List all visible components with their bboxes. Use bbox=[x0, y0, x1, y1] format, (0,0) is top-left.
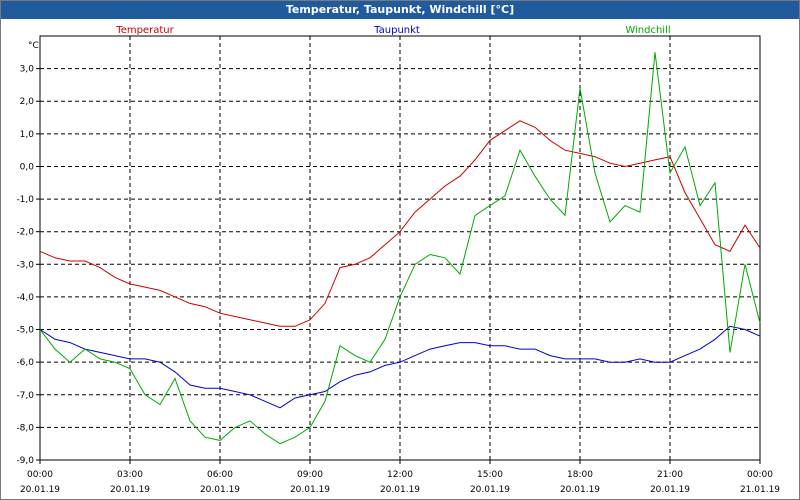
x-tick-date-label: 20.01.19 bbox=[200, 485, 240, 495]
line-chart: °C 3,0 2,0 1,0 0,0 -1,0 -2,0 -3,0 -4,0 -5,0 -6,0 -… bbox=[16, 25, 780, 495]
y-tick-label: 2,0 bbox=[20, 97, 35, 107]
x-tick-date-label: 20.01.19 bbox=[290, 485, 330, 495]
y-tick-label: -8,0 bbox=[16, 423, 34, 433]
x-tick-date-label: 20.01.19 bbox=[380, 485, 420, 495]
x-tick-time-label: 00:00 bbox=[27, 470, 53, 480]
x-tick-time-label: 18:00 bbox=[567, 470, 593, 480]
y-tick-label: -7,0 bbox=[16, 391, 34, 401]
x-axis-ticks: 00:00 20.01.19 03:00 20.01.19 06:00 20.01.19 0… bbox=[20, 460, 780, 495]
y-tick-label: 0,0 bbox=[20, 162, 35, 172]
x-tick-date-label: 20.01.19 bbox=[20, 485, 60, 495]
y-tick-label: 1,0 bbox=[20, 130, 35, 140]
x-tick-date-label: 20.01.19 bbox=[560, 485, 600, 495]
x-tick-time-label: 21:00 bbox=[657, 470, 683, 480]
y-tick-label: -6,0 bbox=[16, 358, 34, 368]
y-axis-unit-label: °C bbox=[28, 41, 39, 51]
legend-entry-temperatur: Temperatur bbox=[115, 25, 174, 36]
x-tick-time-label: 09:00 bbox=[297, 470, 323, 480]
y-tick-label: -4,0 bbox=[16, 293, 34, 303]
x-tick-time-label: 03:00 bbox=[117, 470, 143, 480]
x-tick-date-label: 20.01.19 bbox=[470, 485, 510, 495]
y-axis-ticks: 3,0 2,0 1,0 0,0 -1,0 -2,0 -3,0 -4,0 -5,0 -6,0 -7,0… bbox=[16, 65, 40, 466]
x-tick-time-label: 15:00 bbox=[477, 470, 503, 480]
x-tick-time-label: 12:00 bbox=[387, 470, 413, 480]
legend: Temperatur Taupunkt Windchill bbox=[115, 25, 670, 36]
y-tick-label: -1,0 bbox=[16, 195, 34, 205]
x-tick-date-label: 21.01.19 bbox=[740, 485, 780, 495]
x-tick-date-label: 20.01.19 bbox=[650, 485, 690, 495]
y-tick-label: -9,0 bbox=[16, 456, 34, 466]
legend-entry-taupunkt: Taupunkt bbox=[373, 25, 420, 36]
x-tick-time-label: 00:00 bbox=[747, 470, 773, 480]
x-tick-time-label: 06:00 bbox=[207, 470, 233, 480]
y-tick-label: -5,0 bbox=[16, 326, 34, 336]
y-tick-label: -2,0 bbox=[16, 228, 34, 238]
y-tick-label: -3,0 bbox=[16, 260, 34, 270]
x-tick-date-label: 20.01.19 bbox=[110, 485, 150, 495]
legend-entry-windchill: Windchill bbox=[625, 25, 670, 36]
y-tick-label: 3,0 bbox=[20, 65, 35, 75]
